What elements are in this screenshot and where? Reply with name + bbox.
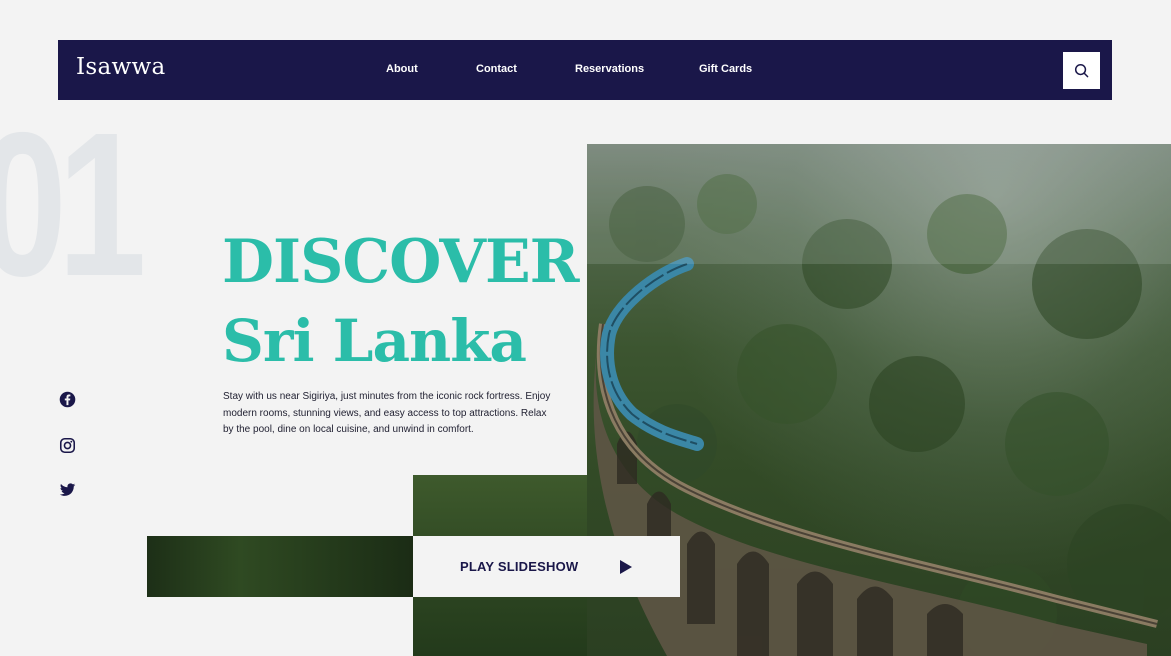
brand-logo[interactable]: Isawwa bbox=[76, 54, 166, 80]
hero-title-discover: DISCOVER bbox=[222, 227, 580, 297]
play-slideshow-button[interactable]: PLAY SLIDESHOW bbox=[413, 536, 680, 597]
nav-contact[interactable]: Contact bbox=[476, 63, 517, 75]
nav-gift-cards[interactable]: Gift Cards bbox=[699, 63, 752, 75]
facebook-icon[interactable] bbox=[59, 391, 76, 408]
play-slideshow-label: PLAY SLIDESHOW bbox=[460, 559, 579, 574]
slide-number: 01 bbox=[0, 90, 147, 319]
top-navbar: Isawwa About Contact Reservations Gift C… bbox=[58, 40, 1112, 100]
hero-description: Stay with us near Sigiriya, just minutes… bbox=[223, 391, 551, 435]
twitter-icon[interactable] bbox=[59, 481, 76, 498]
nav-about[interactable]: About bbox=[386, 63, 418, 75]
hero-title-location: Sri Lanka bbox=[222, 307, 527, 375]
instagram-icon[interactable] bbox=[59, 437, 76, 454]
search-icon bbox=[1074, 63, 1089, 78]
nav-reservations[interactable]: Reservations bbox=[575, 63, 644, 75]
search-button[interactable] bbox=[1063, 52, 1100, 89]
play-icon bbox=[620, 560, 632, 574]
photo-strip bbox=[147, 536, 413, 597]
